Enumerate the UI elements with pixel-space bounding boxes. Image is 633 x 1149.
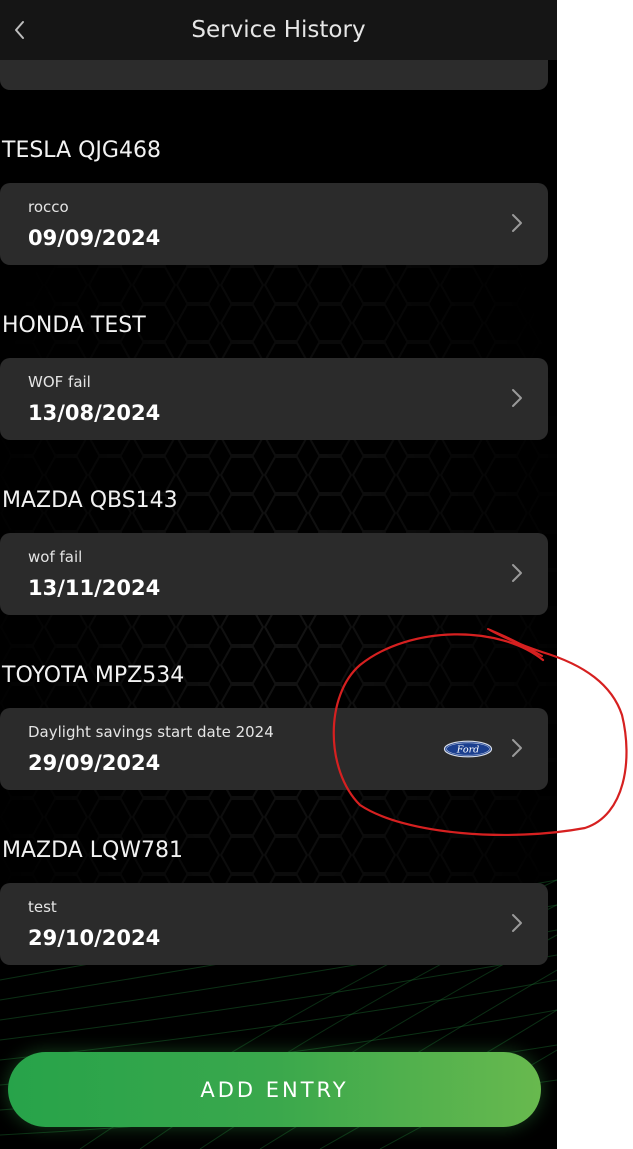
- service-entry-card[interactable]: WOF fail 13/08/2024: [0, 358, 548, 440]
- partial-card-text: [28, 62, 33, 80]
- entry-date: 09/09/2024: [28, 226, 161, 250]
- service-entry-card[interactable]: wof fail 13/11/2024: [0, 533, 548, 615]
- entry-title: WOF fail: [28, 373, 91, 391]
- vehicle-name: TESLA QJG468: [2, 138, 161, 163]
- chevron-right-icon: [512, 389, 522, 407]
- page-title: Service History: [191, 17, 366, 43]
- svg-text:Ford: Ford: [456, 744, 479, 755]
- vehicle-name: MAZDA QBS143: [2, 488, 178, 513]
- entry-title: Daylight savings start date 2024: [28, 723, 274, 741]
- entry-date: 29/09/2024: [28, 751, 161, 775]
- vehicle-name: HONDA TEST: [2, 313, 146, 338]
- add-entry-button[interactable]: ADD ENTRY: [8, 1052, 541, 1127]
- vehicle-name: MAZDA LQW781: [2, 838, 184, 863]
- add-entry-label: ADD ENTRY: [200, 1077, 349, 1102]
- service-entry-card[interactable]: rocco 09/09/2024: [0, 183, 548, 265]
- entry-title: rocco: [28, 198, 69, 216]
- entry-title: wof fail: [28, 548, 83, 566]
- chevron-right-icon: [512, 214, 522, 232]
- service-entry-card[interactable]: test 29/10/2024: [0, 883, 548, 965]
- top-bar: Service History: [0, 0, 557, 60]
- entry-date: 13/11/2024: [28, 576, 161, 600]
- service-entry-card[interactable]: Daylight savings start date 2024 29/09/2…: [0, 708, 548, 790]
- page: Service History TESLA QJG468 rocco 09/09…: [0, 0, 633, 1149]
- ford-logo-icon: Ford: [443, 740, 493, 758]
- entry-title: test: [28, 898, 57, 916]
- chevron-right-icon: [512, 564, 522, 582]
- entry-date: 29/10/2024: [28, 926, 161, 950]
- vehicle-name: TOYOTA MPZ534: [2, 663, 185, 688]
- chevron-right-icon: [512, 739, 522, 757]
- app-screen: Service History TESLA QJG468 rocco 09/09…: [0, 0, 557, 1149]
- chevron-right-icon: [512, 914, 522, 932]
- entry-date: 13/08/2024: [28, 401, 161, 425]
